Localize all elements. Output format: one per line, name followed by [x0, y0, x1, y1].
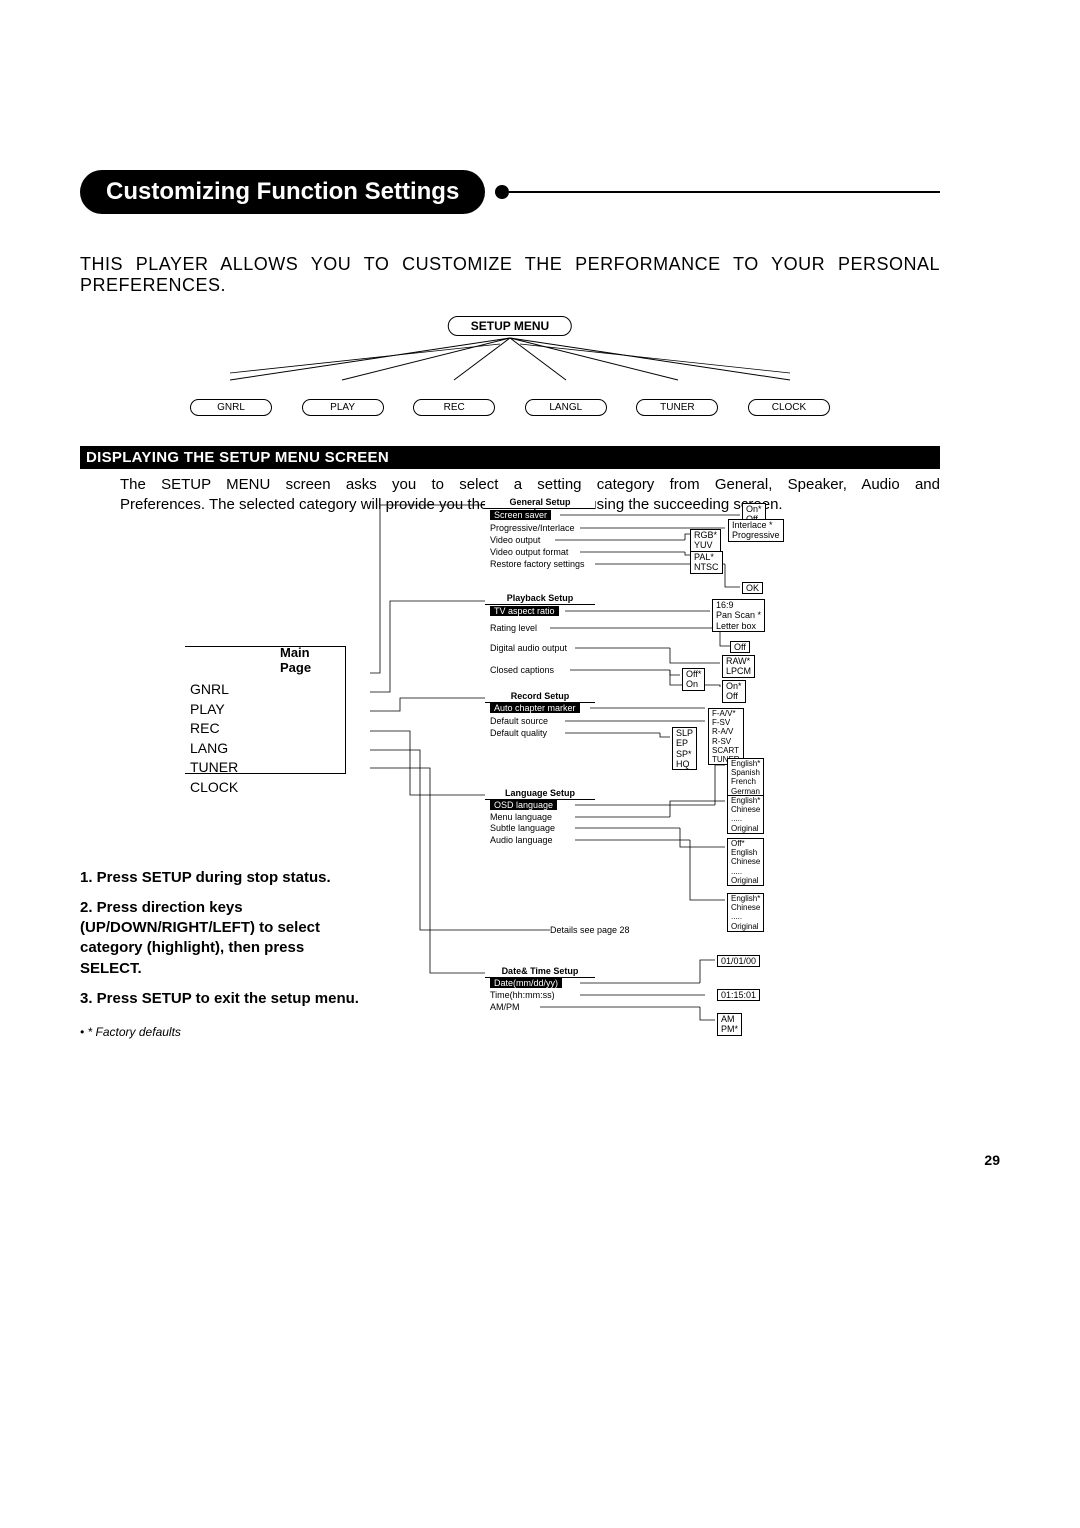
- general-video-output-format: Video output format: [490, 547, 568, 557]
- opt-restore: OK: [742, 582, 763, 594]
- mainpage-item-tuner: TUNER: [190, 758, 360, 778]
- playback-tv-aspect: TV aspect ratio: [490, 606, 559, 616]
- page-title: Customizing Function Settings: [80, 170, 485, 214]
- page-number: 29: [984, 1152, 1000, 1168]
- opt-date: 01/01/00: [717, 955, 760, 967]
- hier-root: SETUP MENU: [448, 316, 572, 336]
- mainpage-item-clock: CLOCK: [190, 778, 360, 798]
- opt-quality: SLPEP SP*HQ: [672, 727, 697, 770]
- hier-tab-langl: LANGL: [525, 399, 607, 416]
- mainpage-item-lang: LANG: [190, 739, 360, 759]
- settings-tree: General Setup Screen saver Progressive/I…: [370, 495, 940, 1055]
- datetime-date: Date(mm/dd/yy): [490, 978, 562, 988]
- page-title-row: Customizing Function Settings: [80, 170, 940, 214]
- tree-lines-icon: [370, 495, 940, 1055]
- language-audio: Audio language: [490, 835, 553, 845]
- playback-closed-captions: Closed captions: [490, 665, 554, 675]
- left-column: Main Page GNRL PLAY REC LANG TUNER CLOCK…: [80, 645, 360, 1039]
- title-rule: [509, 191, 940, 193]
- opt-cc-right: On*Off: [722, 680, 746, 703]
- opt-video-fmt: PAL*NTSC: [690, 551, 723, 574]
- datetime-time: Time(hh:mm:ss): [490, 990, 555, 1000]
- hier-tab-clock: CLOCK: [748, 399, 830, 416]
- record-default-source: Default source: [490, 716, 548, 726]
- opt-time: 01:15:01: [717, 989, 760, 1001]
- general-prog-interlace: Progressive/Interlace: [490, 523, 575, 533]
- intro-line1: THIS PLAYER ALLOWS YOU TO CUSTOMIZE THE …: [80, 254, 940, 275]
- intro-line2: PREFERENCES.: [80, 275, 940, 296]
- hierarchy-diagram: SETUP MENU GNRL PLAY REC LANGL TUNER CLO…: [190, 316, 830, 416]
- opt-video-out: RGB*YUV: [690, 529, 721, 552]
- language-setup-header: Language Setup: [485, 788, 595, 800]
- hier-tab-play: PLAY: [302, 399, 384, 416]
- general-restore: Restore factory settings: [490, 559, 585, 569]
- step-2: 2. Press direction keys (UP/DOWN/RIGHT/L…: [80, 898, 360, 979]
- language-osd: OSD language: [490, 800, 557, 810]
- opt-ampm: AMPM*: [717, 1013, 742, 1036]
- hier-tab-gnrl: GNRL: [190, 399, 272, 416]
- title-dot-icon: [495, 185, 509, 199]
- playback-setup-header: Playback Setup: [485, 593, 595, 605]
- opt-audio: English*Chinese .....Original: [727, 893, 764, 932]
- opt-prog: Interlace *Progressive: [728, 519, 784, 542]
- tuner-detail-text: Details see page 28: [550, 925, 630, 935]
- opt-osd: English*Spanish FrenchGerman: [727, 758, 764, 797]
- mainpage-item-gnrl: GNRL: [190, 680, 360, 700]
- datetime-ampm: AM/PM: [490, 1002, 520, 1012]
- hier-tab-rec: REC: [413, 399, 495, 416]
- section-heading: DISPLAYING THE SETUP MENU SCREEN: [80, 446, 940, 469]
- general-setup-header: General Setup: [485, 497, 595, 509]
- playback-rating: Rating level: [490, 623, 537, 633]
- step-1: 1. Press SETUP during stop status.: [80, 868, 360, 888]
- playback-digital-audio: Digital audio output: [490, 643, 567, 653]
- opt-sub: Off*English Chinese..... Original: [727, 838, 764, 886]
- record-auto-chapter: Auto chapter marker: [490, 703, 580, 713]
- opt-menu: English*Chinese .....Original: [727, 795, 764, 834]
- mainpage-item-play: PLAY: [190, 700, 360, 720]
- mainpage-item-rec: REC: [190, 719, 360, 739]
- opt-rating: Off: [730, 641, 750, 653]
- record-default-quality: Default quality: [490, 728, 547, 738]
- hier-tab-tuner: TUNER: [636, 399, 718, 416]
- hier-lines-icon: [190, 336, 830, 386]
- factory-defaults-note: • * Factory defaults: [80, 1025, 360, 1039]
- record-setup-header: Record Setup: [485, 691, 595, 703]
- language-subtle: Subtle language: [490, 823, 555, 833]
- instruction-steps: 1. Press SETUP during stop status. 2. Pr…: [80, 868, 360, 1010]
- general-video-output: Video output: [490, 535, 540, 545]
- opt-source: F-A/V*F-SV R-A/VR-SV SCARTTUNER: [708, 708, 744, 765]
- step-3: 3. Press SETUP to exit the setup menu.: [80, 989, 360, 1009]
- intro-text: THIS PLAYER ALLOWS YOU TO CUSTOMIZE THE …: [80, 254, 940, 296]
- opt-cc-left: Off*On: [682, 668, 705, 691]
- language-menu: Menu language: [490, 812, 552, 822]
- datetime-setup-header: Date& Time Setup: [485, 966, 595, 978]
- opt-digital: RAW*LPCM: [722, 655, 755, 678]
- general-screen-saver: Screen saver: [490, 510, 551, 520]
- opt-aspect: 16:9Pan Scan *Letter box: [712, 599, 765, 632]
